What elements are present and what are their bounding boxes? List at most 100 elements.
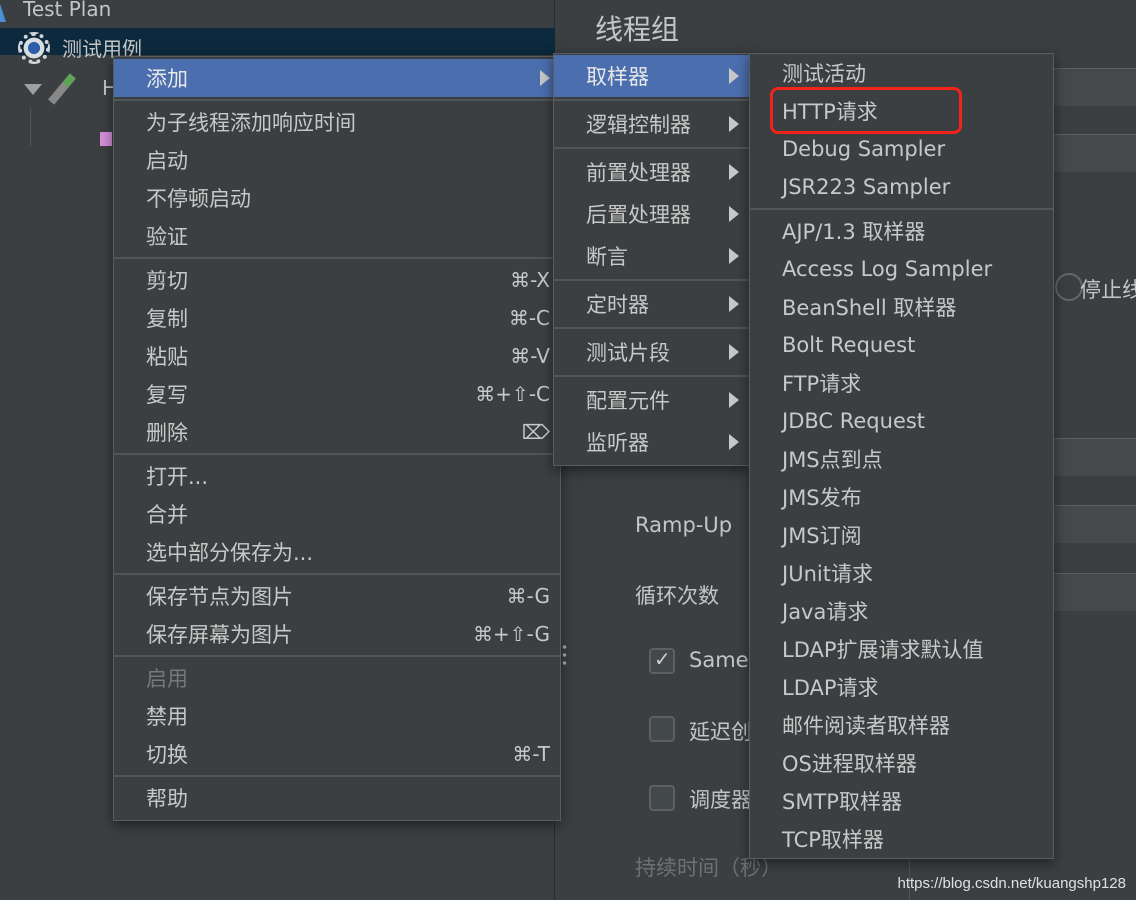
menu-item[interactable]: 配置元件	[554, 379, 749, 421]
menu-item[interactable]: JUnit请求	[750, 554, 1053, 592]
menu-item[interactable]: 测试片段	[554, 331, 749, 373]
menu-item[interactable]: LDAP请求	[750, 668, 1053, 706]
menu-separator	[554, 375, 749, 377]
menu-item[interactable]: 合并	[114, 495, 560, 533]
submenu-arrow-icon	[729, 248, 739, 264]
submenu-arrow-icon	[540, 70, 550, 86]
menu-item-label: 前置处理器	[586, 161, 691, 185]
menu-item-label: 配置元件	[586, 389, 670, 413]
menu-item[interactable]: 保存屏幕为图片 ⌘+⇧-G	[114, 615, 560, 653]
menu-item[interactable]: Debug Sampler	[750, 130, 1053, 168]
menu-separator	[114, 257, 560, 259]
menu-item-label: 邮件阅读者取样器	[782, 714, 950, 738]
menu-item-label: 验证	[146, 225, 188, 249]
delay-create-checkbox[interactable]	[649, 716, 675, 742]
menu-item-label: 逻辑控制器	[586, 113, 691, 137]
menu-item-label: 剪切	[146, 269, 188, 293]
menu-item[interactable]: 粘贴 ⌘-V	[114, 337, 560, 375]
shortcut-label: ⌘-C	[508, 306, 550, 330]
menu-item[interactable]: LDAP扩展请求默认值	[750, 630, 1053, 668]
menu-item[interactable]: TCP取样器	[750, 820, 1053, 858]
menu-item-label: JMS点到点	[782, 448, 883, 472]
menu-item-label: 不停顿启动	[146, 187, 251, 211]
menu-item-label: 打开...	[146, 465, 209, 489]
menu-item-label: BeanShell 取样器	[782, 296, 957, 320]
menu-item[interactable]: SMTP取样器	[750, 782, 1053, 820]
menu-item[interactable]: JMS发布	[750, 478, 1053, 516]
menu-item-label: 断言	[586, 245, 628, 269]
tree-guide-line	[30, 108, 31, 146]
menu-item[interactable]: 邮件阅读者取样器	[750, 706, 1053, 744]
menu-item[interactable]: 验证	[114, 217, 560, 255]
menu-item-label: 选中部分保存为...	[146, 541, 314, 565]
menu-item-label: SMTP取样器	[782, 790, 902, 814]
menu-item[interactable]: OS进程取样器	[750, 744, 1053, 782]
menu-item[interactable]: 定时器	[554, 283, 749, 325]
submenu-arrow-icon	[729, 206, 739, 222]
menu-item[interactable]: Bolt Request	[750, 326, 1053, 364]
submenu-arrow-icon	[729, 164, 739, 180]
split-grip-handle[interactable]	[562, 643, 567, 669]
menu-item[interactable]: 断言	[554, 235, 749, 277]
menu-item[interactable]: 复写 ⌘+⇧-C	[114, 375, 560, 413]
menu-item-label: 添加	[146, 67, 188, 91]
menu-item-label: JMS发布	[782, 486, 862, 510]
shortcut-label: ⌘-V	[510, 344, 550, 368]
shortcut-label: ⌘-G	[506, 584, 550, 608]
menu-item-label: 删除	[146, 421, 188, 445]
submenu-arrow-icon	[729, 68, 739, 84]
menu-item-label: 合并	[146, 503, 188, 527]
menu-item[interactable]: 剪切 ⌘-X	[114, 261, 560, 299]
menu-item[interactable]: Java请求	[750, 592, 1053, 630]
menu-item-label: 复制	[146, 307, 188, 331]
menu-separator	[554, 147, 749, 149]
submenu-arrow-icon	[729, 296, 739, 312]
menu-item[interactable]: 不停顿启动	[114, 179, 560, 217]
menu-item[interactable]: Access Log Sampler	[750, 250, 1053, 288]
menu-item-label: 禁用	[146, 705, 188, 729]
menu-item-label: 复写	[146, 383, 188, 407]
menu-item[interactable]: 选中部分保存为...	[114, 533, 560, 571]
same-user-checkbox[interactable]: ✓	[649, 647, 675, 674]
menu-item[interactable]: 保存节点为图片 ⌘-G	[114, 577, 560, 615]
tree-item-test-plan[interactable]: Test Plan	[23, 0, 111, 21]
stop-radio[interactable]	[1055, 273, 1083, 301]
menu-item[interactable]: 逻辑控制器	[554, 103, 749, 145]
menu-item[interactable]: FTP请求	[750, 364, 1053, 402]
scheduler-checkbox[interactable]	[649, 785, 675, 811]
submenu-arrow-icon	[729, 434, 739, 450]
menu-item[interactable]: 为子线程添加响应时间	[114, 103, 560, 141]
menu-separator	[114, 655, 560, 657]
menu-item[interactable]: 帮助	[114, 779, 560, 817]
menu-item[interactable]: 切换 ⌘-T	[114, 735, 560, 773]
menu-item-label: JDBC Request	[782, 409, 926, 433]
menu-item[interactable]: 复制 ⌘-C	[114, 299, 560, 337]
menu-item-label: Access Log Sampler	[782, 257, 993, 281]
menu-item[interactable]: 禁用	[114, 697, 560, 735]
menu-item[interactable]: JMS点到点	[750, 440, 1053, 478]
submenu-arrow-icon	[729, 344, 739, 360]
menu-item[interactable]: 后置处理器	[554, 193, 749, 235]
menu-item[interactable]: 添加	[114, 59, 560, 97]
menu-item[interactable]: JMS订阅	[750, 516, 1053, 554]
menu-item[interactable]: 删除 ⌦	[114, 413, 560, 451]
menu-item[interactable]: 打开...	[114, 457, 560, 495]
menu-item-label: 监听器	[586, 431, 649, 455]
menu-item-label: Java请求	[782, 600, 869, 624]
menu-item[interactable]: JDBC Request	[750, 402, 1053, 440]
menu-item-label: 测试活动	[782, 62, 866, 86]
menu-item-label: 测试片段	[586, 341, 670, 365]
menu-item[interactable]: 监听器	[554, 421, 749, 463]
menu-item[interactable]: AJP/1.3 取样器	[750, 212, 1053, 250]
shortcut-label: ⌘+⇧-C	[475, 382, 550, 406]
menu-item-label: LDAP扩展请求默认值	[782, 638, 984, 662]
menu-item[interactable]: BeanShell 取样器	[750, 288, 1053, 326]
expand-triangle-icon[interactable]	[24, 84, 42, 95]
menu-item-label: JUnit请求	[782, 562, 873, 586]
menu-item-label: 后置处理器	[586, 203, 691, 227]
menu-item[interactable]: 启动	[114, 141, 560, 179]
menu-item[interactable]: 取样器	[554, 55, 749, 97]
menu-item[interactable]: JSR223 Sampler	[750, 168, 1053, 206]
menu-separator	[114, 453, 560, 455]
menu-item[interactable]: 前置处理器	[554, 151, 749, 193]
